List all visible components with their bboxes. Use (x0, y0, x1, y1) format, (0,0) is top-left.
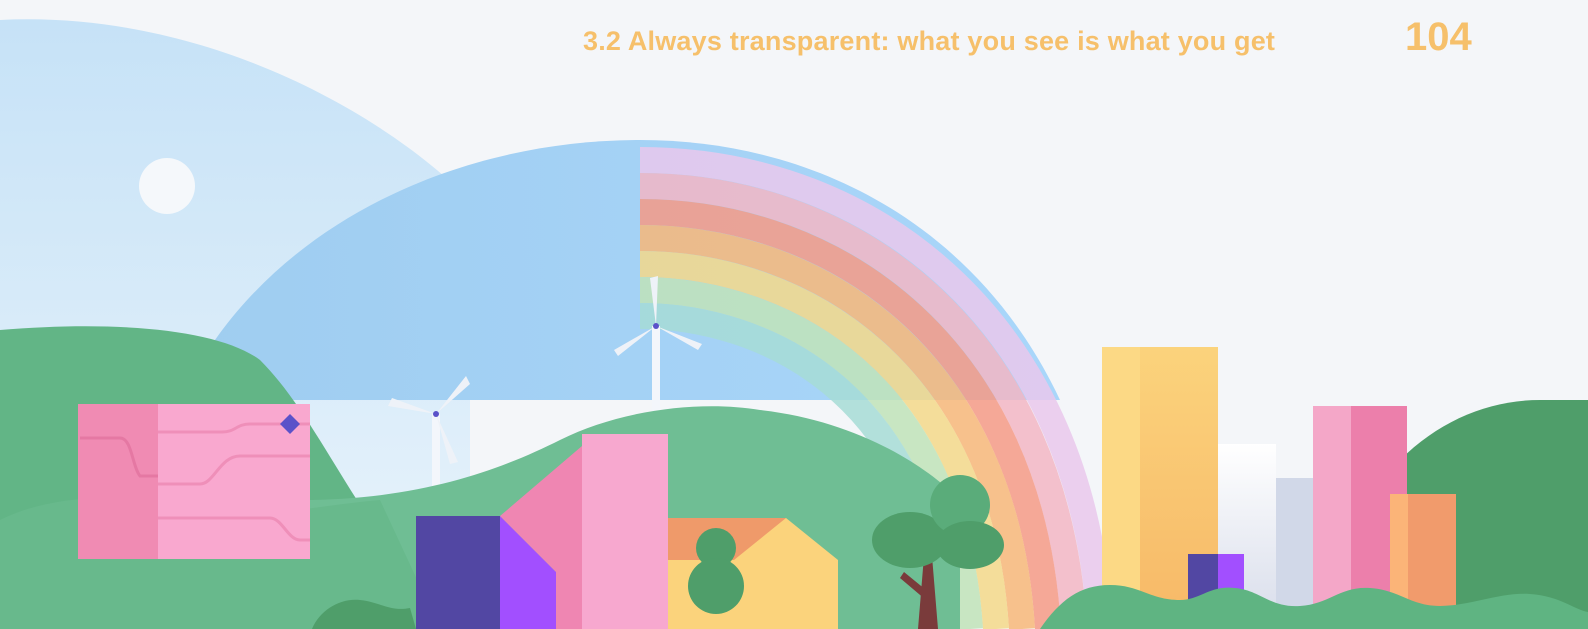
landscape-illustration (0, 19, 1588, 629)
sun (139, 158, 195, 214)
page-header: 3.2 Always transparent: what you see is … (0, 14, 1588, 74)
section-title: 3.2 Always transparent: what you see is … (583, 26, 1276, 56)
page: 3.2 Always transparent: what you see is … (0, 0, 1588, 629)
pink-panel (78, 404, 310, 559)
page-number: 104 (1405, 15, 1472, 59)
